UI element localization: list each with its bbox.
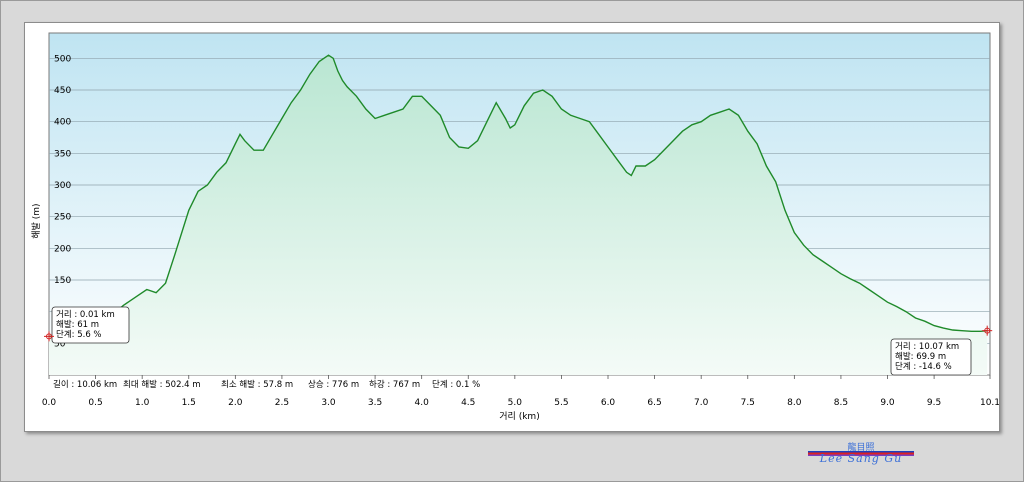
x-tick-label: 8.5 xyxy=(834,398,848,408)
info-box-start: 거리 : 0.01 km 해발: 61 m 단계: 5.6 % xyxy=(51,306,130,344)
x-tick-label: 4.5 xyxy=(461,398,475,408)
info-end-grade: 단계 : -14.6 % xyxy=(895,361,952,372)
info-end-distance: 거리 : 10.07 km xyxy=(895,342,959,352)
x-tick-label: 2.0 xyxy=(228,398,243,408)
info-start-distance: 거리 : 0.01 km xyxy=(56,310,115,320)
x-tick-label: 5.0 xyxy=(508,398,523,408)
stat-max-elev: 최대 해발 : 502.4 m xyxy=(123,379,201,390)
y-tick-label: 200 xyxy=(54,244,71,254)
x-tick-label: 9.0 xyxy=(880,398,895,408)
stat-min-elev: 최소 해발 : 57.8 m xyxy=(221,379,293,390)
x-tick-label: 10.1 xyxy=(980,398,999,408)
x-axis-title: 거리 (km) xyxy=(499,411,539,422)
x-tick-label: 2.5 xyxy=(275,398,289,408)
author-logo: 龍目照 Lee Sang Gu xyxy=(806,440,916,470)
x-tick-label: 9.5 xyxy=(927,398,941,408)
y-tick-label: 450 xyxy=(54,86,71,96)
x-tick-label: 0.0 xyxy=(42,398,57,408)
info-end-elevation: 해발: 69.9 m xyxy=(895,351,946,362)
elevation-chart: 50100150200250300350400450500 0.00.51.01… xyxy=(31,32,999,422)
stat-length: 길이 : 10.06 km xyxy=(53,379,117,390)
x-tick-label: 3.5 xyxy=(368,398,382,408)
y-tick-label: 500 xyxy=(54,54,71,64)
stat-descent: 하강 : 767 m xyxy=(369,379,420,390)
x-tick-label: 4.0 xyxy=(415,398,430,408)
y-axis-title: 해발 (m) xyxy=(31,203,42,238)
stat-grade: 단계 : 0.1 % xyxy=(432,379,480,390)
info-start-elevation: 해발: 61 m xyxy=(56,319,99,330)
info-box-end: 거리 : 10.07 km 해발: 69.9 m 단계 : -14.6 % xyxy=(890,338,972,376)
x-tick-label: 6.0 xyxy=(601,398,616,408)
y-tick-label: 350 xyxy=(54,149,71,159)
x-tick-label: 7.5 xyxy=(741,398,755,408)
info-start-grade: 단계: 5.6 % xyxy=(56,329,102,340)
chart-panel: 50100150200250300350400450500 0.00.51.01… xyxy=(24,22,1000,432)
x-tick-label: 0.5 xyxy=(88,398,102,408)
y-tick-label: 300 xyxy=(54,181,71,191)
stat-ascent: 상승 : 776 m xyxy=(308,379,359,390)
x-tick-label: 1.0 xyxy=(135,398,150,408)
x-tick-label: 6.5 xyxy=(647,398,661,408)
y-tick-label: 400 xyxy=(54,118,71,128)
logo-script-text: Lee Sang Gu xyxy=(819,452,903,465)
x-tick-label: 5.5 xyxy=(554,398,568,408)
x-tick-label: 1.5 xyxy=(182,398,196,408)
x-tick-label: 3.0 xyxy=(321,398,336,408)
y-tick-label: 150 xyxy=(54,276,71,286)
x-tick-label: 8.0 xyxy=(787,398,802,408)
y-tick-label: 250 xyxy=(54,213,71,223)
x-tick-label: 7.0 xyxy=(694,398,709,408)
stats-line: 길이 : 10.06 km 최대 해발 : 502.4 m 최소 해발 : 57… xyxy=(53,379,480,390)
